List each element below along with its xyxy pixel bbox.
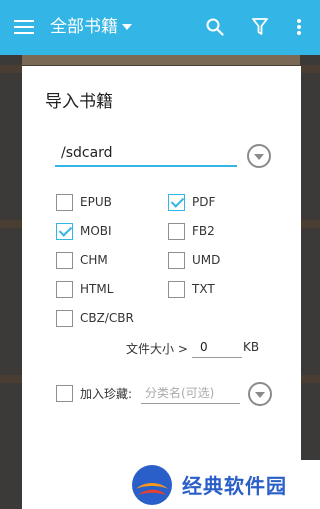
search-icon[interactable] [206, 18, 224, 36]
format-html[interactable]: HTML [56, 279, 113, 299]
html-checkbox[interactable] [56, 280, 73, 298]
app-bar-title[interactable]: 全部书籍 [50, 15, 118, 39]
cbz-cbr-checkbox[interactable] [56, 309, 73, 327]
format-label: CHM [80, 253, 108, 267]
txt-checkbox[interactable] [168, 280, 185, 298]
favorite-option[interactable]: 加入珍藏: [56, 383, 132, 403]
import-books-dialog: 导入书籍 EPUB PDF MOBI FB2 CHM UMD HTML TXT … [22, 66, 301, 509]
app-bar: 全部书籍 [0, 0, 320, 55]
format-mobi[interactable]: MOBI [56, 221, 112, 241]
site-logo-icon [132, 464, 172, 505]
chm-checkbox[interactable] [56, 251, 73, 269]
dropdown-caret-icon[interactable] [122, 24, 132, 30]
format-label: CBZ/CBR [80, 311, 134, 325]
format-label: PDF [192, 195, 216, 209]
category-name-input[interactable] [141, 382, 240, 404]
umd-checkbox[interactable] [168, 251, 185, 269]
format-label: MOBI [80, 224, 112, 238]
shelf-edge-left [0, 55, 22, 509]
format-epub[interactable]: EPUB [56, 192, 112, 212]
file-size-input[interactable] [192, 336, 242, 358]
format-label: UMD [192, 253, 221, 267]
format-label: FB2 [192, 224, 215, 238]
file-size-label: 文件大小 > [126, 342, 188, 356]
fb2-checkbox[interactable] [168, 222, 185, 240]
format-label: TXT [192, 282, 215, 296]
format-umd[interactable]: UMD [168, 250, 220, 270]
favorite-label: 加入珍藏: [80, 386, 133, 401]
more-icon[interactable] [296, 18, 302, 36]
path-dropdown-button[interactable] [247, 144, 271, 168]
favorite-checkbox[interactable] [56, 384, 73, 402]
path-input[interactable] [55, 143, 237, 167]
shelf-edge-right [300, 55, 320, 509]
format-label: HTML [80, 282, 114, 296]
chevron-down-icon [255, 392, 265, 398]
watermark: 经典软件园 [118, 460, 320, 509]
category-dropdown-button[interactable] [248, 382, 272, 406]
chevron-down-icon [254, 154, 264, 160]
epub-checkbox[interactable] [56, 193, 73, 211]
format-chm[interactable]: CHM [56, 250, 108, 270]
format-pdf[interactable]: PDF [168, 192, 215, 212]
dialog-title: 导入书籍 [45, 92, 113, 112]
file-size-unit: KB [243, 340, 260, 354]
format-label: EPUB [80, 195, 112, 209]
pdf-checkbox[interactable] [168, 193, 185, 211]
mobi-checkbox[interactable] [56, 222, 73, 240]
format-cbz-cbr[interactable]: CBZ/CBR [56, 308, 134, 328]
format-fb2[interactable]: FB2 [168, 221, 215, 241]
menu-icon[interactable] [14, 20, 34, 34]
filter-icon[interactable] [252, 18, 268, 36]
format-txt[interactable]: TXT [168, 279, 215, 299]
watermark-text: 经典软件园 [182, 474, 287, 498]
